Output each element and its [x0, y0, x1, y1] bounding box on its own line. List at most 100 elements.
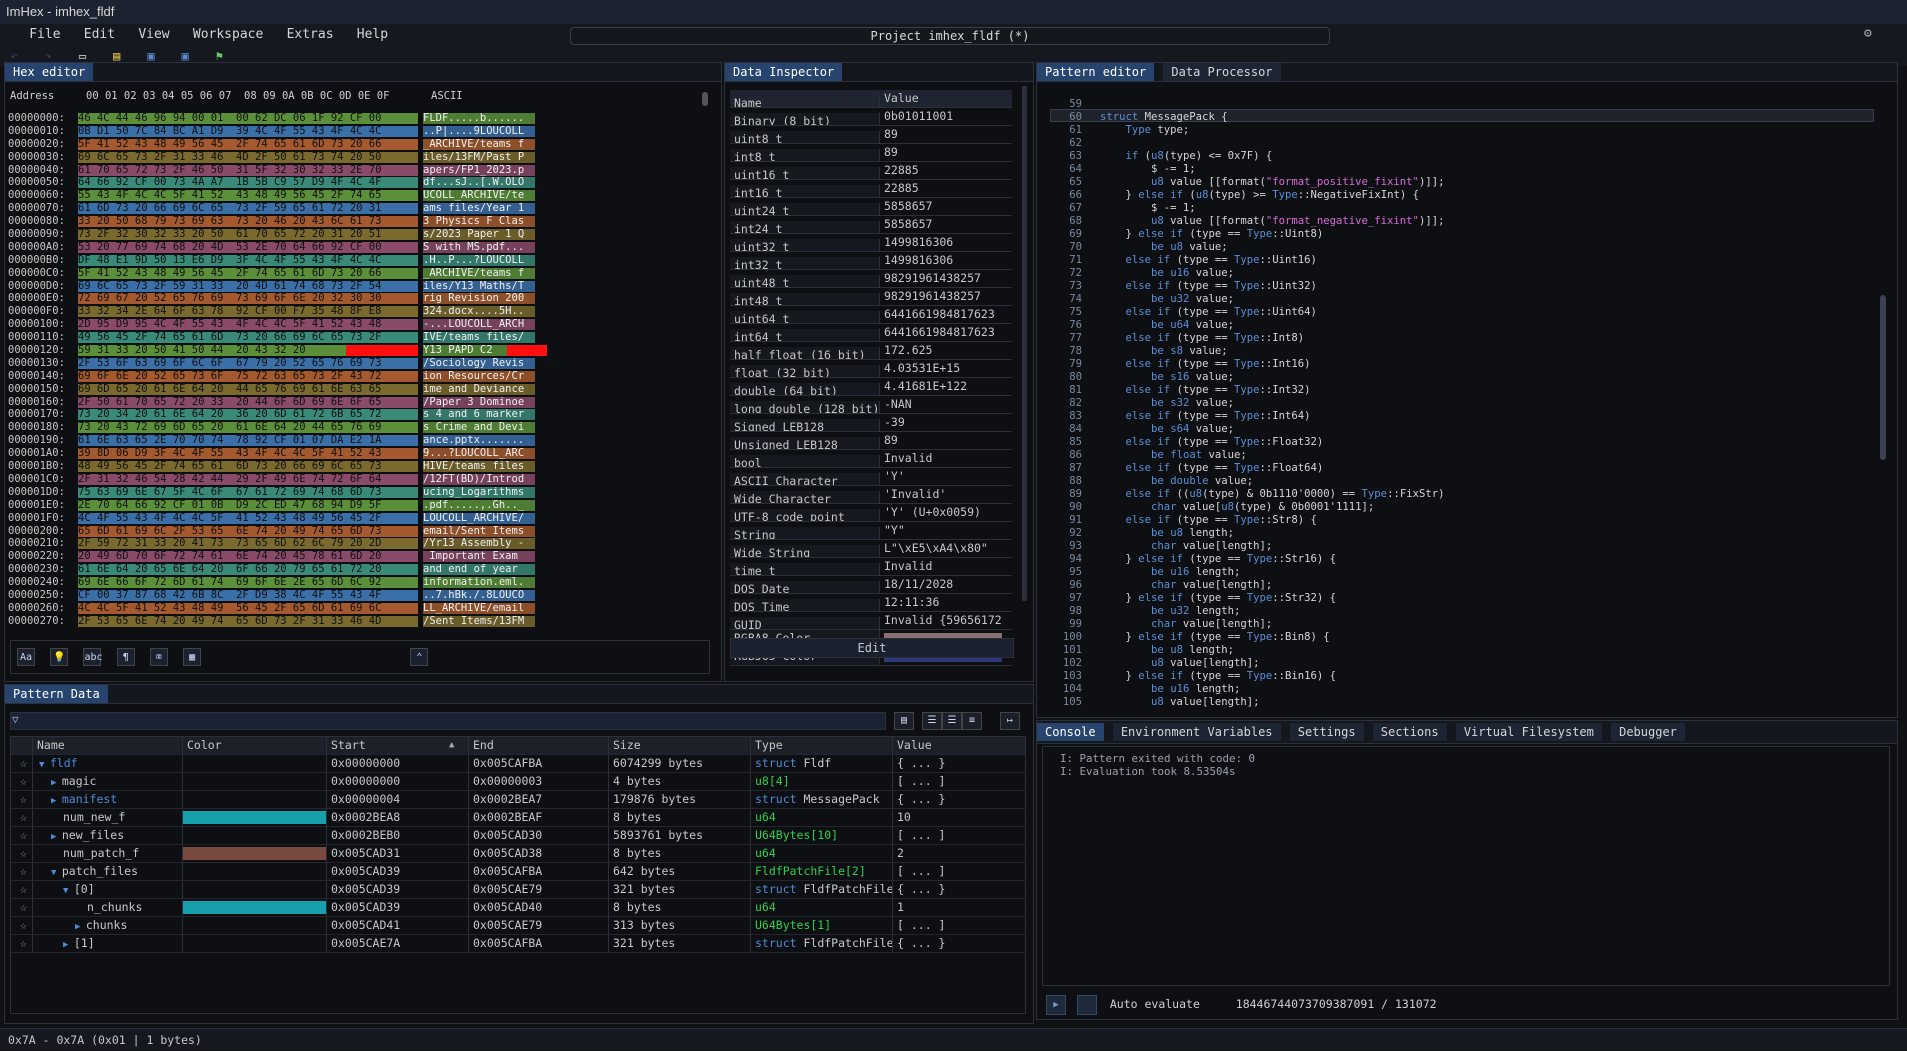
collapse-arrow-icon[interactable]: ▼: [51, 868, 62, 878]
code-line[interactable]: 67 $ -= 1;: [1040, 202, 1880, 215]
data-inspector-row[interactable]: long double (128 bit) -NAN: [730, 396, 1012, 414]
hex-ascii[interactable]: /Sociology Revis: [423, 357, 538, 370]
row-name-cell[interactable]: ▶ new_files: [33, 827, 183, 844]
hex-row[interactable]: 00000010: 0B D1 50 7C 84 BC A1 D9 39 4C 4…: [8, 125, 568, 138]
code-line[interactable]: 103 } else if (type == Type::Bin16) {: [1040, 670, 1880, 683]
di-row-value[interactable]: 89: [880, 144, 1008, 161]
export-icon[interactable]: ↦: [1000, 712, 1020, 730]
hex-bytes[interactable]: 61 70 65 72 73 2F 46 50 31 5F 32 30 32 3…: [78, 164, 423, 177]
hex-row[interactable]: 00000230: 61 6E 64 20 65 6E 64 20 6F 66 2…: [8, 563, 568, 576]
hex-ascii[interactable]: ime and Deviance: [423, 383, 538, 396]
hex-row[interactable]: 00000100: 2D 95 D9 95 4C 4F 55 43 4F 4C 4…: [8, 318, 568, 331]
hex-ascii[interactable]: ..7.hBk./.8LOUCO: [423, 589, 538, 602]
collapse-arrow-icon[interactable]: ▼: [63, 886, 74, 896]
pattern-data-row[interactable]: ☆ ▼ [0] 0x005CAD39 0x005CAE79 321 bytes struc…: [11, 881, 1025, 899]
hex-ascii[interactable]: rig Revision 200: [423, 292, 538, 305]
collapse-icon[interactable]: ⌃: [410, 648, 429, 666]
hex-bytes[interactable]: 39 8D 06 D9 3F 4C 4F 55 43 4F 4C 4C 5F 4…: [78, 447, 423, 460]
hex-row[interactable]: 00000120: 59 31 33 20 50 41 50 44 20 43 3…: [8, 344, 568, 357]
code-line[interactable]: 87 else if (type == Type::Float64): [1040, 462, 1880, 475]
data-inspector-row[interactable]: DOS Date 18/11/2028: [730, 576, 1012, 594]
hex-bytes[interactable]: 73 20 43 72 69 6D 65 20 61 6E 64 20 44 6…: [78, 421, 423, 434]
menu-edit[interactable]: Edit: [76, 24, 123, 46]
hex-ascii[interactable]: /Yr13 Assembly -: [423, 537, 538, 550]
hex-row[interactable]: 00000160: 2F 50 61 70 65 72 20 33 20 44 6…: [8, 396, 568, 409]
hex-bytes[interactable]: 2F 53 6F 63 69 6F 6C 6F 67 79 20 52 65 7…: [78, 357, 423, 370]
hex-bytes[interactable]: 72 69 67 20 52 65 76 69 73 69 6F 6E 20 3…: [78, 292, 423, 305]
data-inspector-row[interactable]: Binary (8 bit) 0b01011001: [730, 108, 1012, 126]
code-line[interactable]: 100 } else if (type == Type::Bin8) {: [1040, 631, 1880, 644]
favorite-star-icon[interactable]: ☆: [11, 845, 33, 862]
di-row-value[interactable]: -39: [880, 414, 1008, 431]
data-inspector-row[interactable]: DOS Time 12:11:36: [730, 594, 1012, 612]
code-line[interactable]: 85 else if (type == Type::Float32): [1040, 436, 1880, 449]
code-line[interactable]: 86 be float value;: [1040, 449, 1880, 462]
hex-row[interactable]: 00000240: 69 6E 66 6F 72 6D 61 74 69 6F 6…: [8, 576, 568, 589]
data-inspector-row[interactable]: GUID Invalid {59656172: [730, 612, 1012, 630]
code-line[interactable]: 84 be s64 value;: [1040, 423, 1880, 436]
hex-ascii[interactable]: s Crime and Devi: [423, 421, 538, 434]
menu-extras[interactable]: Extras: [279, 24, 342, 46]
hex-ascii[interactable]: /Sent Items/13FM: [423, 615, 538, 628]
col-type[interactable]: Type: [751, 737, 893, 754]
data-inspector-row[interactable]: Unsigned LEB128 89: [730, 432, 1012, 450]
di-row-value[interactable]: Invalid {59656172: [880, 612, 1008, 629]
pattern-data-row[interactable]: ☆ ▼ fldf 0x00000000 0x005CAFBA 6074299 bytes…: [11, 755, 1025, 773]
col-size[interactable]: Size: [609, 737, 751, 754]
col-name[interactable]: Name: [33, 737, 183, 754]
code-line[interactable]: 91 else if (type == Type::Str8) {: [1040, 514, 1880, 527]
hex-ascii[interactable]: information.eml.: [423, 576, 538, 589]
hex-bytes[interactable]: 5F 41 52 43 48 49 56 45 2F 74 65 61 6D 7…: [78, 267, 423, 280]
hex-ascii[interactable]: s/2023 Paper 1 Q: [423, 228, 538, 241]
di-row-value[interactable]: 'Y' (U+0x0059): [880, 504, 1008, 521]
hex-ascii[interactable]: s 4 and 6 marker: [423, 408, 538, 421]
favorite-star-icon[interactable]: ☆: [11, 917, 33, 934]
tab-environment-variables[interactable]: Environment Variables: [1112, 723, 1281, 741]
tab-sections[interactable]: Sections: [1372, 723, 1447, 741]
hex-bytes[interactable]: CF 00 37 87 68 42 6B 8C 2F D9 38 4C 4F 5…: [78, 589, 423, 602]
code-line[interactable]: 63 if (u8(type) <= 0x7F) {: [1040, 150, 1880, 163]
hex-bytes[interactable]: 61 6E 63 65 2E 70 70 74 78 92 CF 01 07 D…: [78, 434, 423, 447]
favorite-star-icon[interactable]: ☆: [11, 899, 33, 916]
row-name-cell[interactable]: ▶ manifest: [33, 791, 183, 808]
data-inspector-row[interactable]: uint64_t 6441661984817623: [730, 306, 1012, 324]
code-line[interactable]: 89 else if ((u8(type) & 0b1110'0000) == …: [1040, 488, 1880, 501]
code-line[interactable]: 77 else if (type == Type::Int8): [1040, 332, 1880, 345]
di-row-value[interactable]: L"\xE5\xA4\x80": [880, 540, 1008, 557]
hint-icon[interactable]: 💡: [50, 648, 69, 666]
hex-ascii[interactable]: email/Sent Items: [423, 525, 538, 538]
data-inspector-row[interactable]: int8_t 89: [730, 144, 1012, 162]
hex-row[interactable]: 00000140: 69 6F 6E 20 52 65 73 6F 75 72 6…: [8, 370, 568, 383]
di-row-value[interactable]: 5858657: [880, 216, 1008, 233]
tab-console[interactable]: Console: [1037, 723, 1104, 741]
code-line[interactable]: 106 } else if (type == Type::Bin32) {: [1040, 709, 1880, 710]
code-line[interactable]: 62: [1040, 137, 1880, 150]
hex-row[interactable]: 00000050: 64 66 92 CF 00 73 4A A7 1B 5B C…: [8, 176, 568, 189]
hex-ascii[interactable]: S with MS.pdf...: [423, 241, 538, 254]
hex-bytes[interactable]: 61 6E 64 20 65 6E 64 20 6F 66 20 79 65 6…: [78, 563, 423, 576]
encoding-icon[interactable]: ⌧: [149, 648, 168, 666]
hex-ascii[interactable]: /12FT(BD)/Introd: [423, 473, 538, 486]
hex-bytes[interactable]: DF 48 E1 9D 50 13 E6 D9 3F 4C 4F 55 43 4…: [78, 254, 423, 267]
tab-pattern-editor[interactable]: Pattern editor: [1037, 63, 1155, 81]
settings-icon[interactable]: ⚙: [1864, 26, 1872, 41]
code-line[interactable]: 70 be u8 value;: [1040, 241, 1880, 254]
row-name-cell[interactable]: num_new_f: [33, 809, 183, 826]
hex-bytes[interactable]: 59 31 33 20 50 41 50 44 20 43 32 20: [78, 344, 423, 357]
edit-button[interactable]: Edit: [730, 638, 1014, 658]
expand-all-icon[interactable]: ☰: [922, 712, 942, 730]
hex-ascii[interactable]: 324.docx....5H..: [423, 305, 538, 318]
code-line[interactable]: 104 be u16 length;: [1040, 683, 1880, 696]
di-row-value[interactable]: 4.03531E+15: [880, 360, 1008, 377]
code-line[interactable]: 96 char value[length];: [1040, 579, 1880, 592]
favorite-star-icon[interactable]: ☆: [11, 773, 33, 790]
code-line[interactable]: 88 be double value;: [1040, 475, 1880, 488]
hex-ascii[interactable]: FLDF.....b......: [423, 112, 538, 125]
data-inspector-row[interactable]: double (64 bit) 4.41681E+122: [730, 378, 1012, 396]
hex-row[interactable]: 00000040: 61 70 65 72 73 2F 46 50 31 5F 3…: [8, 164, 568, 177]
code-line[interactable]: 105 u8 value[length];: [1040, 696, 1880, 709]
hex-bytes[interactable]: 5F 41 52 43 48 49 56 45 2F 74 65 61 6D 7…: [78, 138, 423, 151]
pattern-data-row[interactable]: ☆ ▶ new_files 0x0002BEB0 0x005CAD30 5893761 …: [11, 827, 1025, 845]
di-row-value[interactable]: 172.625: [880, 342, 1008, 359]
tab-data-processor[interactable]: Data Processor: [1163, 63, 1281, 81]
